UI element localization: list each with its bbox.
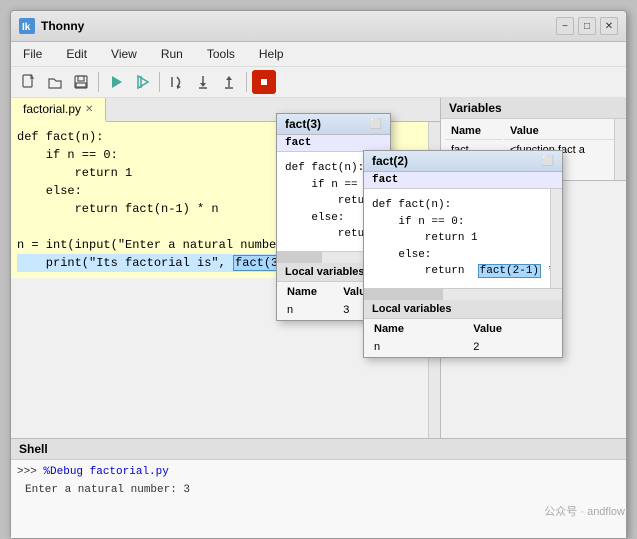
floating-fact2-code-content: def fact(n): if n == 0: return 1 else: r… <box>368 193 558 284</box>
app-icon: Ik <box>19 18 35 34</box>
bottom-area: Shell >>> %Debug factorial.py Enter a na… <box>11 438 626 538</box>
close-button[interactable]: ✕ <box>600 17 618 35</box>
toolbar <box>11 67 626 98</box>
shell-content[interactable]: >>> %Debug factorial.py Enter a natural … <box>11 460 626 538</box>
fact2-var-row: n 2 <box>366 339 560 355</box>
floating-fact2-hscrollbar[interactable] <box>364 288 562 300</box>
new-file-button[interactable] <box>17 70 41 94</box>
title-bar: Ik Thonny − □ ✕ <box>11 11 626 42</box>
tab-close-icon[interactable]: ✕ <box>85 104 93 115</box>
tab-factorial[interactable]: factorial.py ✕ <box>11 98 106 122</box>
toolbar-separator-1 <box>98 72 99 92</box>
stop-button[interactable] <box>252 70 276 94</box>
menu-run[interactable]: Run <box>155 45 189 63</box>
menu-file[interactable]: File <box>17 45 48 63</box>
floating-fact2-local-vars: Local variables Name Value n 2 <box>364 300 562 357</box>
shell-output: Enter a natural number: 3 <box>25 482 620 500</box>
floating-fact2-close[interactable]: ⬜ <box>542 156 554 167</box>
fact3-var-name: n <box>279 302 333 318</box>
highlighted-fact2-call: fact(2-1) <box>478 264 541 278</box>
step-into-button[interactable] <box>191 70 215 94</box>
main-window: Ik Thonny − □ ✕ File Edit View Run Tools… <box>10 10 627 539</box>
fact2-col-name: Name <box>366 321 463 337</box>
shell-prompt-line: >>> %Debug factorial.py <box>17 464 620 482</box>
floating-fact2-window: fact(2) ⬜ fact def fact(n): if n == 0: r… <box>363 150 563 358</box>
floating-fact3-close[interactable]: ⬜ <box>370 119 382 130</box>
svg-text:Ik: Ik <box>22 22 31 33</box>
shell-command: %Debug factorial.py <box>43 466 168 478</box>
shell-header: Shell <box>11 439 626 460</box>
col-value: Value <box>504 123 622 140</box>
debug-button[interactable] <box>130 70 154 94</box>
floating-fact3-title-text: fact(3) <box>285 117 321 131</box>
menu-help[interactable]: Help <box>253 45 290 63</box>
window-controls: − □ ✕ <box>556 17 618 35</box>
col-name: Name <box>445 123 502 140</box>
floating-fact2-title[interactable]: fact(2) ⬜ <box>364 151 562 172</box>
shell-panel: Shell >>> %Debug factorial.py Enter a na… <box>11 439 626 538</box>
fact2-var-value: 2 <box>465 339 560 355</box>
menu-bar: File Edit View Run Tools Help <box>11 42 626 67</box>
fact2-col-value: Value <box>465 321 560 337</box>
floating-fact2-frame-label: fact <box>364 172 562 189</box>
main-area: factorial.py ✕ def fact(n): if n == 0: r… <box>11 98 626 438</box>
fact3-col-name: Name <box>279 284 333 300</box>
window-title: Thonny <box>41 19 556 33</box>
save-file-button[interactable] <box>69 70 93 94</box>
maximize-button[interactable]: □ <box>578 17 596 35</box>
menu-edit[interactable]: Edit <box>60 45 93 63</box>
floating-fact3-title[interactable]: fact(3) ⬜ <box>277 114 390 135</box>
menu-tools[interactable]: Tools <box>201 45 241 63</box>
minimize-button[interactable]: − <box>556 17 574 35</box>
floating-fact2-local-vars-header: Local variables <box>364 300 562 319</box>
menu-view[interactable]: View <box>105 45 143 63</box>
floating-fact2-code[interactable]: def fact(n): if n == 0: return 1 else: r… <box>364 189 562 288</box>
step-out-button[interactable] <box>217 70 241 94</box>
variables-scrollbar[interactable] <box>614 119 626 180</box>
watermark: 公众号 · andflow <box>544 503 625 519</box>
run-button[interactable] <box>104 70 128 94</box>
variables-header: Variables <box>441 98 626 119</box>
open-file-button[interactable] <box>43 70 67 94</box>
fact2-var-name: n <box>366 339 463 355</box>
tab-label: factorial.py <box>23 102 81 116</box>
toolbar-separator-2 <box>159 72 160 92</box>
step-over-button[interactable] <box>165 70 189 94</box>
floating-fact2-title-text: fact(2) <box>372 154 408 168</box>
shell-prompt-symbol: >>> <box>17 466 37 478</box>
toolbar-separator-3 <box>246 72 247 92</box>
floating-fact2-vscrollbar[interactable] <box>550 189 562 288</box>
floating-fact2-vars-table: Name Value n 2 <box>364 319 562 357</box>
